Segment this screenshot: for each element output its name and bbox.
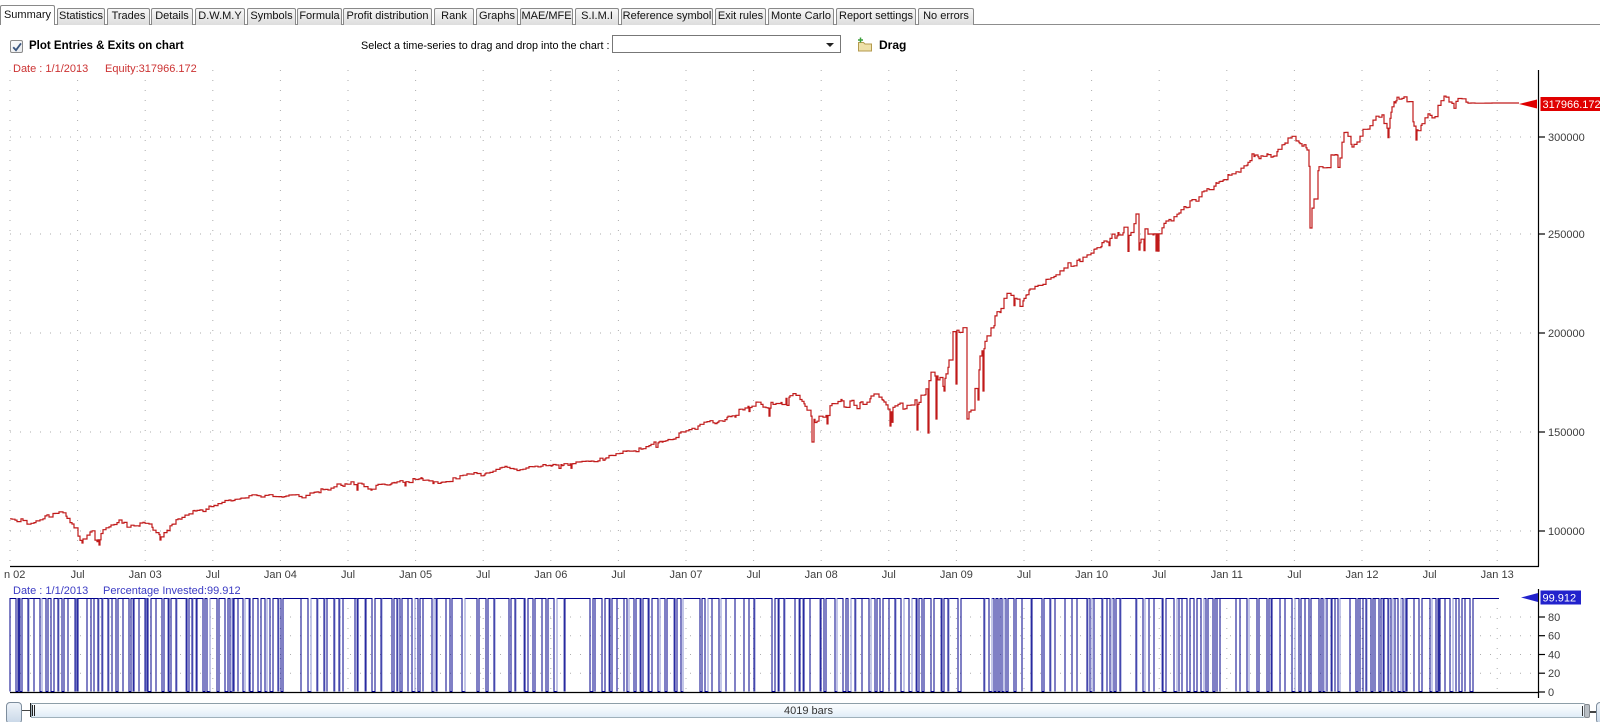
svg-text:99.912: 99.912 bbox=[1543, 593, 1577, 605]
svg-text:Date : 1/1/2013: Date : 1/1/2013 bbox=[13, 63, 88, 75]
svg-text:Jul: Jul bbox=[476, 569, 490, 581]
svg-text:200000: 200000 bbox=[1548, 328, 1585, 340]
svg-text:0: 0 bbox=[1548, 687, 1554, 699]
svg-text:Jul: Jul bbox=[611, 569, 625, 581]
svg-text:Jan 08: Jan 08 bbox=[805, 569, 838, 581]
svg-text:317966.172: 317966.172 bbox=[1543, 99, 1600, 111]
svg-text:Jul: Jul bbox=[341, 569, 355, 581]
svg-text:Jan 13: Jan 13 bbox=[1481, 569, 1514, 581]
svg-text:Jul: Jul bbox=[206, 569, 220, 581]
svg-text:Jan 12: Jan 12 bbox=[1345, 569, 1378, 581]
svg-text:Jan 10: Jan 10 bbox=[1075, 569, 1108, 581]
svg-text:Jan 09: Jan 09 bbox=[940, 569, 973, 581]
svg-text:Jan 06: Jan 06 bbox=[534, 569, 567, 581]
svg-text:Jan 11: Jan 11 bbox=[1211, 569, 1243, 581]
svg-text:Date : 1/1/2013: Date : 1/1/2013 bbox=[13, 585, 88, 597]
svg-text:Percentage Invested:99.912: Percentage Invested:99.912 bbox=[103, 585, 241, 597]
svg-text:Jan 05: Jan 05 bbox=[399, 569, 432, 581]
svg-text:Jul: Jul bbox=[71, 569, 85, 581]
svg-text:Jul: Jul bbox=[1017, 569, 1031, 581]
svg-text:60: 60 bbox=[1548, 631, 1560, 643]
svg-text:Jul: Jul bbox=[1287, 569, 1301, 581]
svg-text:300000: 300000 bbox=[1548, 132, 1585, 144]
svg-text:Jul: Jul bbox=[882, 569, 896, 581]
svg-text:Jan 07: Jan 07 bbox=[669, 569, 702, 581]
svg-text:40: 40 bbox=[1548, 650, 1560, 662]
svg-text:Jul: Jul bbox=[747, 569, 761, 581]
svg-text:150000: 150000 bbox=[1548, 427, 1585, 439]
svg-text:Jan 03: Jan 03 bbox=[129, 569, 162, 581]
svg-text:Jul: Jul bbox=[1152, 569, 1166, 581]
svg-text:250000: 250000 bbox=[1548, 229, 1585, 241]
svg-text:n 02: n 02 bbox=[4, 569, 25, 581]
svg-text:Jan 04: Jan 04 bbox=[264, 569, 297, 581]
svg-text:100000: 100000 bbox=[1548, 526, 1585, 538]
svg-text:20: 20 bbox=[1548, 668, 1560, 680]
svg-text:Equity:317966.172: Equity:317966.172 bbox=[105, 63, 197, 75]
svg-text:80: 80 bbox=[1548, 612, 1560, 624]
svg-text:Jul: Jul bbox=[1423, 569, 1437, 581]
